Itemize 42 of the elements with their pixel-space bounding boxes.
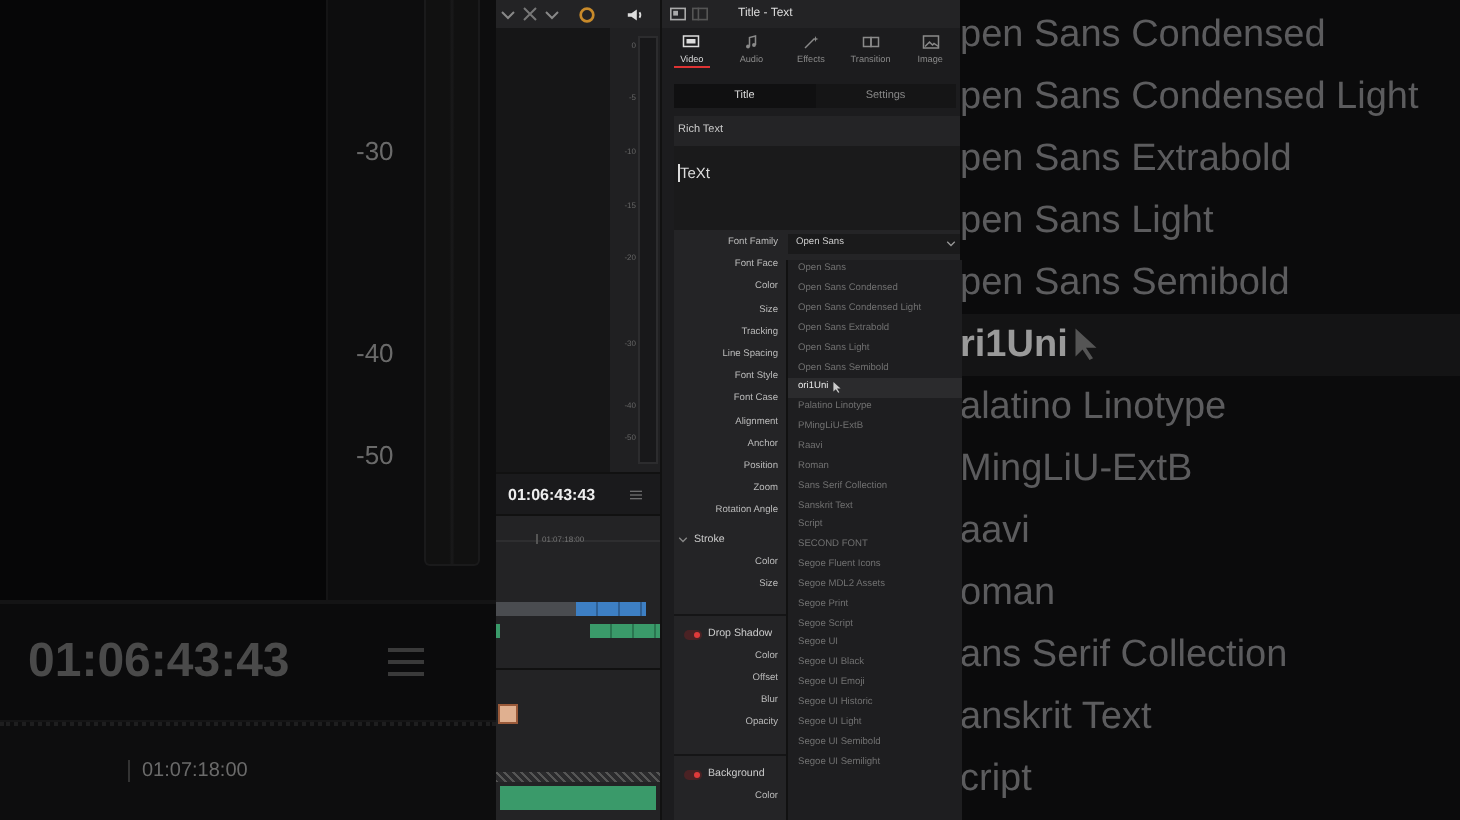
meter-tick-label: -50 [356, 440, 394, 470]
chevron-down-icon[interactable] [678, 534, 688, 545]
audio-clip[interactable] [590, 624, 660, 638]
meter-tick-label: -30 [356, 136, 394, 166]
font-option: alatino Linotype [960, 376, 1460, 438]
timecode: 01:06:43:43 [28, 634, 292, 690]
music-note-icon [742, 34, 761, 50]
monitor-icon [682, 34, 701, 50]
menu-icon [388, 648, 424, 676]
panel-icon[interactable] [670, 6, 686, 22]
font-option: pen Sans Condensed Light [960, 66, 1460, 128]
meter-tick-label: -40 [356, 338, 394, 368]
audio-waveform-clip[interactable] [500, 786, 656, 810]
image-icon [921, 34, 940, 50]
font-option: anskrit Text [960, 686, 1460, 748]
ruler-timecode: 01:07:18:00 [128, 760, 248, 782]
font-option: pen Sans Light [960, 190, 1460, 252]
font-option: MingLiU-ExtB [960, 438, 1460, 500]
font-option: aavi [960, 500, 1460, 562]
font-option: pen Sans Extrabold [960, 128, 1460, 190]
mouse-cursor-icon [832, 381, 843, 394]
toggle-switch[interactable] [684, 769, 702, 780]
toggle-switch[interactable] [684, 629, 702, 640]
font-option: pen Sans Condensed [960, 4, 1460, 66]
chevron-icon [946, 238, 956, 249]
transition-icon [861, 34, 880, 50]
menu-icon[interactable] [630, 489, 642, 499]
panel-toggle-icon[interactable] [692, 6, 708, 22]
video-clip[interactable] [496, 602, 576, 616]
font-option: cript [960, 748, 1460, 810]
title-clip[interactable] [498, 704, 518, 724]
font-option: ri1Uni [960, 314, 1460, 376]
video-clip[interactable] [576, 602, 646, 616]
magic-wand-icon [801, 34, 820, 50]
font-option: oman [960, 562, 1460, 624]
chevron-icon[interactable] [500, 6, 516, 22]
chevron-icon[interactable] [544, 6, 560, 22]
timecode: 01:06:43:43 [508, 485, 596, 503]
speaker-icon[interactable] [626, 5, 644, 23]
mouse-cursor-icon [1071, 327, 1100, 363]
font-option: pen Sans Semibold [960, 252, 1460, 314]
font-option: ans Serif Collection [960, 624, 1460, 686]
